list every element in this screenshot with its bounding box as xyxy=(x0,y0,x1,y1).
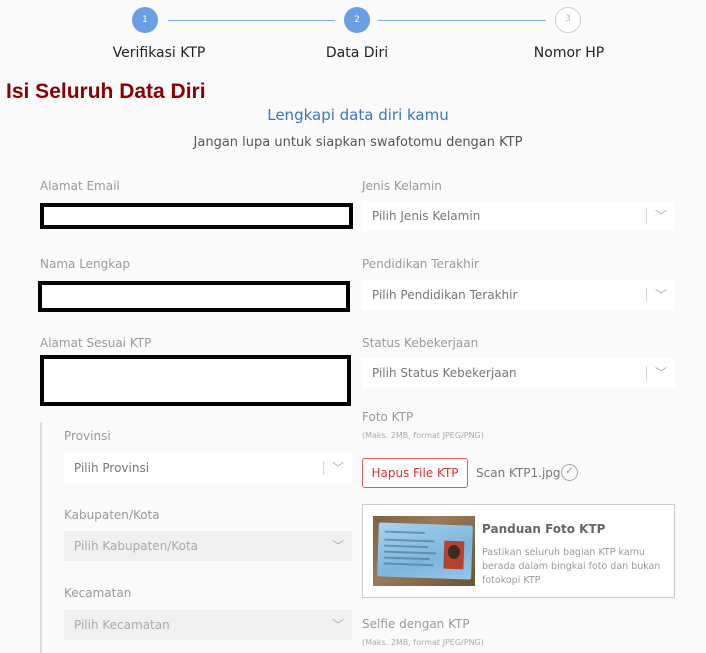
page-subtitle: Lengkapi data diri kamu xyxy=(267,106,449,124)
uploaded-file-name: Scan KTP1.jpg xyxy=(476,466,561,480)
step-3-circle: 3 xyxy=(555,7,581,33)
ktp-face xyxy=(447,544,461,560)
full-name-label: Nama Lengkap xyxy=(40,257,130,271)
gender-select[interactable]: Pilih Jenis Kelamin ﹀ xyxy=(362,201,675,231)
ktp-portrait xyxy=(443,540,465,570)
province-select-value: Pilih Provinsi xyxy=(74,461,150,475)
step-3-label: Nomor HP xyxy=(533,45,605,61)
step-2-circle: 2 xyxy=(344,7,370,33)
city-label: Kabupaten/Kota xyxy=(64,508,160,522)
education-select-value: Pilih Pendidikan Terakhir xyxy=(372,288,518,302)
delete-ktp-file-button[interactable]: Hapus File KTP xyxy=(362,458,468,488)
region-group-divider xyxy=(40,422,42,653)
step-connector-1 xyxy=(168,20,335,21)
education-label: Pendidikan Terakhir xyxy=(362,257,479,271)
chevron-down-icon: ﹀ xyxy=(331,618,344,632)
district-label: Kecamatan xyxy=(64,586,132,600)
ktp-text-line xyxy=(383,550,436,555)
full-name-field[interactable] xyxy=(38,281,350,312)
email-label: Alamat Email xyxy=(40,179,120,193)
step-2-label: Data Diri xyxy=(325,45,389,61)
chevron-down-icon: ﹀ xyxy=(654,209,667,223)
select-separator xyxy=(323,461,324,475)
overlay-caption: Isi Seluruh Data Diri xyxy=(6,80,206,103)
district-select[interactable]: Pilih Kecamatan ﹀ xyxy=(64,610,352,640)
chevron-down-icon: ﹀ xyxy=(331,461,344,475)
ktp-text-line xyxy=(384,530,425,534)
check-circle-icon: ✓ xyxy=(561,464,578,481)
progress-stepper: 1 2 3 Verifikasi KTP Data Diri Nomor HP xyxy=(0,0,706,70)
province-label: Provinsi xyxy=(64,429,111,443)
city-select[interactable]: Pilih Kabupaten/Kota ﹀ xyxy=(64,531,352,561)
step-1-label: Verifikasi KTP xyxy=(112,45,206,61)
address-field[interactable] xyxy=(40,355,351,406)
employment-label: Status Kebekerjaan xyxy=(362,336,479,350)
gender-select-value: Pilih Jenis Kelamin xyxy=(372,209,481,223)
ktp-sample-image xyxy=(373,516,475,586)
selfie-label: Selfie dengan KTP xyxy=(362,617,470,631)
step-connector-2 xyxy=(378,20,546,21)
selfie-hint: (Maks. 2MB, format JPEG/PNG) xyxy=(362,638,484,647)
city-select-value: Pilih Kabupaten/Kota xyxy=(74,539,199,553)
guide-text: Pastikan seluruh bagian KTP kamu berada … xyxy=(482,547,661,586)
chevron-down-icon: ﹀ xyxy=(331,539,344,553)
ktp-photo-label: Foto KTP xyxy=(362,410,414,424)
page-hint: Jangan lupa untuk siapkan swafotomu deng… xyxy=(193,135,523,150)
education-select[interactable]: Pilih Pendidikan Terakhir ﹀ xyxy=(362,280,675,310)
ktp-photo-hint: (Maks. 2MB, format JPEG/PNG) xyxy=(362,431,484,440)
select-separator xyxy=(646,366,647,380)
ktp-text-line xyxy=(383,556,430,561)
ktp-photo-guide: Panduan Foto KTP Pastikan seluruh bagian… xyxy=(362,504,675,598)
step-1-circle: 1 xyxy=(132,7,158,33)
gender-label: Jenis Kelamin xyxy=(362,179,442,193)
ktp-card-illustration xyxy=(377,522,473,580)
ktp-text-line xyxy=(384,544,429,549)
employment-select-value: Pilih Status Kebekerjaan xyxy=(372,366,517,380)
province-select[interactable]: Pilih Provinsi ﹀ xyxy=(64,453,352,483)
chevron-down-icon: ﹀ xyxy=(654,366,667,380)
address-label: Alamat Sesuai KTP xyxy=(40,336,152,350)
select-separator xyxy=(646,288,647,302)
email-field[interactable] xyxy=(40,203,353,229)
employment-select[interactable]: Pilih Status Kebekerjaan ﹀ xyxy=(362,358,675,388)
guide-title: Panduan Foto KTP xyxy=(482,522,606,536)
ktp-text-line xyxy=(383,562,434,567)
ktp-text-line xyxy=(384,538,435,543)
select-separator xyxy=(646,209,647,223)
chevron-down-icon: ﹀ xyxy=(654,288,667,302)
district-select-value: Pilih Kecamatan xyxy=(74,618,170,632)
